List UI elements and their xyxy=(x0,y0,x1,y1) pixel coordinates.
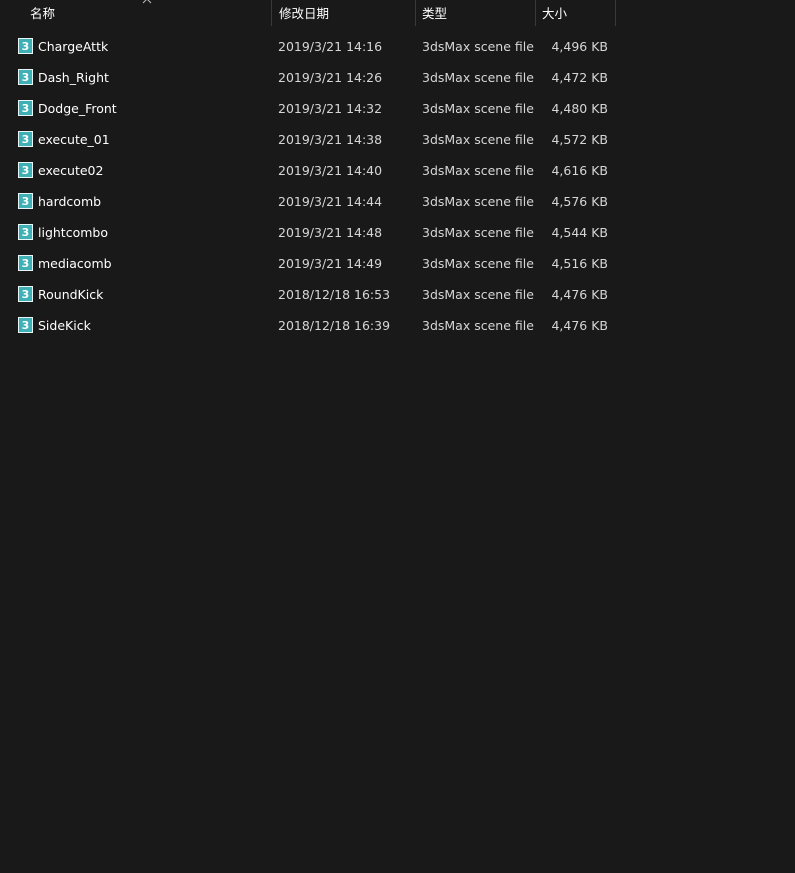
file-name: mediacomb xyxy=(38,256,112,271)
file-row[interactable]: 3 hardcomb 2019/3/21 14:44 3dsMax scene … xyxy=(0,186,795,217)
svg-text:3: 3 xyxy=(22,257,30,270)
file-size: 4,576 KB xyxy=(551,194,608,209)
file-explorer-details-view: 名称 修改日期 类型 大小 3 ChargeAttk 2019/3/21 14:… xyxy=(0,0,795,873)
file-name: ChargeAttk xyxy=(38,39,109,54)
file-size: 4,472 KB xyxy=(551,70,608,85)
3dsmax-file-icon: 3 xyxy=(18,38,33,54)
file-list: 3 ChargeAttk 2019/3/21 14:16 3dsMax scen… xyxy=(0,31,795,341)
file-type: 3dsMax scene file xyxy=(422,163,534,178)
3dsmax-file-icon: 3 xyxy=(18,286,33,302)
column-header-type[interactable]: 类型 xyxy=(415,0,535,26)
file-row[interactable]: 3 mediacomb 2019/3/21 14:49 3dsMax scene… xyxy=(0,248,795,279)
3dsmax-file-icon: 3 xyxy=(18,193,33,209)
file-date-modified: 2018/12/18 16:53 xyxy=(278,287,391,302)
file-row[interactable]: 3 Dash_Right 2019/3/21 14:26 3dsMax scen… xyxy=(0,62,795,93)
file-type: 3dsMax scene file xyxy=(422,101,534,116)
3dsmax-file-icon: 3 xyxy=(18,162,33,178)
file-date-modified: 2019/3/21 14:49 xyxy=(278,256,383,271)
3dsmax-file-icon: 3 xyxy=(18,131,33,147)
3dsmax-file-icon: 3 xyxy=(18,317,33,333)
column-header-name[interactable]: 名称 xyxy=(0,0,271,26)
file-type: 3dsMax scene file xyxy=(422,287,534,302)
file-size: 4,496 KB xyxy=(551,39,608,54)
file-date-modified: 2019/3/21 14:26 xyxy=(278,70,383,85)
svg-text:3: 3 xyxy=(22,288,30,301)
file-row[interactable]: 3 ChargeAttk 2019/3/21 14:16 3dsMax scen… xyxy=(0,31,795,62)
file-date-modified: 2019/3/21 14:38 xyxy=(278,132,383,147)
file-name: hardcomb xyxy=(38,194,102,209)
file-type: 3dsMax scene file xyxy=(422,225,534,240)
file-size: 4,480 KB xyxy=(551,101,608,116)
file-type: 3dsMax scene file xyxy=(422,256,534,271)
file-row[interactable]: 3 RoundKick 2018/12/18 16:53 3dsMax scen… xyxy=(0,279,795,310)
file-row[interactable]: 3 execute_01 2019/3/21 14:38 3dsMax scen… xyxy=(0,124,795,155)
3dsmax-file-icon: 3 xyxy=(18,69,33,85)
file-date-modified: 2019/3/21 14:44 xyxy=(278,194,383,209)
column-header-row: 名称 修改日期 类型 大小 xyxy=(0,0,795,28)
file-row[interactable]: 3 lightcombo 2019/3/21 14:48 3dsMax scen… xyxy=(0,217,795,248)
svg-text:3: 3 xyxy=(22,71,30,84)
file-type: 3dsMax scene file xyxy=(422,318,534,333)
3dsmax-file-icon: 3 xyxy=(18,224,33,240)
file-type: 3dsMax scene file xyxy=(422,194,534,209)
file-size: 4,476 KB xyxy=(551,287,608,302)
file-date-modified: 2019/3/21 14:16 xyxy=(278,39,383,54)
file-name: Dodge_Front xyxy=(38,101,117,116)
file-size: 4,616 KB xyxy=(551,163,608,178)
file-name: lightcombo xyxy=(38,225,108,240)
svg-text:3: 3 xyxy=(22,226,30,239)
file-row[interactable]: 3 Dodge_Front 2019/3/21 14:32 3dsMax sce… xyxy=(0,93,795,124)
file-type: 3dsMax scene file xyxy=(422,132,534,147)
file-date-modified: 2019/3/21 14:40 xyxy=(278,163,383,178)
file-row[interactable]: 3 execute02 2019/3/21 14:40 3dsMax scene… xyxy=(0,155,795,186)
svg-text:3: 3 xyxy=(22,164,30,177)
file-name: execute02 xyxy=(38,163,104,178)
svg-text:3: 3 xyxy=(22,102,30,115)
file-date-modified: 2019/3/21 14:32 xyxy=(278,101,383,116)
column-header-size[interactable]: 大小 xyxy=(535,0,616,26)
file-row[interactable]: 3 SideKick 2018/12/18 16:39 3dsMax scene… xyxy=(0,310,795,341)
svg-text:3: 3 xyxy=(22,40,30,53)
file-type: 3dsMax scene file xyxy=(422,39,534,54)
file-size: 4,544 KB xyxy=(551,225,608,240)
file-date-modified: 2018/12/18 16:39 xyxy=(278,318,391,333)
3dsmax-file-icon: 3 xyxy=(18,255,33,271)
column-header-date-modified[interactable]: 修改日期 xyxy=(271,0,415,26)
file-name: SideKick xyxy=(38,318,91,333)
file-name: execute_01 xyxy=(38,132,110,147)
svg-text:3: 3 xyxy=(22,319,30,332)
file-date-modified: 2019/3/21 14:48 xyxy=(278,225,383,240)
file-size: 4,572 KB xyxy=(551,132,608,147)
file-size: 4,476 KB xyxy=(551,318,608,333)
svg-text:3: 3 xyxy=(22,133,30,146)
3dsmax-file-icon: 3 xyxy=(18,100,33,116)
file-name: Dash_Right xyxy=(38,70,109,85)
svg-text:3: 3 xyxy=(22,195,30,208)
file-type: 3dsMax scene file xyxy=(422,70,534,85)
file-name: RoundKick xyxy=(38,287,104,302)
file-size: 4,516 KB xyxy=(551,256,608,271)
